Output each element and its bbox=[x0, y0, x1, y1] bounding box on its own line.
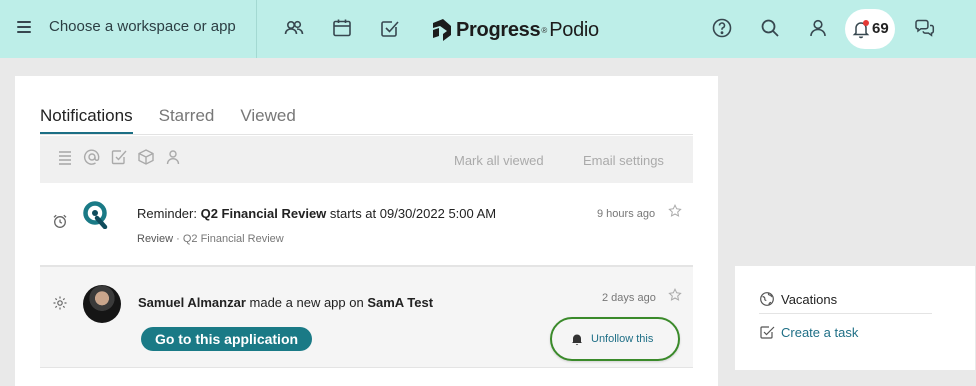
menu-icon[interactable] bbox=[17, 21, 31, 33]
vacations-row[interactable]: Vacations bbox=[759, 291, 837, 307]
tab-starred[interactable]: Starred bbox=[159, 106, 215, 134]
reminder-prefix: Reminder: bbox=[137, 206, 201, 221]
side-divider bbox=[759, 313, 932, 314]
podio-logo-icon bbox=[83, 201, 108, 229]
reminder-datetime: 09/30/2022 5:00 AM bbox=[379, 206, 497, 221]
logo-mark-icon bbox=[433, 19, 451, 41]
vacations-title: Vacations bbox=[781, 291, 838, 307]
actor-name[interactable]: Samuel Almanzar bbox=[138, 295, 246, 310]
task-check-icon bbox=[760, 326, 775, 339]
notification-time: 9 hours ago bbox=[597, 208, 656, 220]
create-task-row[interactable]: Create a task bbox=[759, 324, 858, 340]
contacts-icon[interactable] bbox=[283, 17, 305, 39]
profile-icon[interactable] bbox=[807, 17, 829, 39]
notification-item[interactable]: Reminder: Q2 Financial Review starts at … bbox=[40, 184, 693, 266]
notifications-count: 69 bbox=[872, 20, 889, 37]
logo-brand: Progress bbox=[456, 18, 541, 41]
notification-item[interactable]: Samuel Almanzar made a new app on SamA T… bbox=[40, 266, 693, 368]
task-check-icon[interactable] bbox=[110, 148, 128, 166]
unfollow-label: Unfollow this bbox=[591, 333, 654, 345]
workspace-switcher[interactable]: Choose a workspace or app bbox=[0, 0, 257, 58]
search-icon[interactable] bbox=[759, 17, 781, 39]
email-settings-link[interactable]: Email settings bbox=[583, 153, 664, 168]
calendar-icon[interactable] bbox=[331, 17, 353, 39]
notification-context: Review · Q2 Financial Review bbox=[137, 233, 284, 245]
notifications-panel: Notifications Starred Viewed Mark all vi… bbox=[15, 76, 718, 386]
avatar[interactable] bbox=[83, 285, 121, 323]
top-bar: Choose a workspace or app Progress ® Pod… bbox=[0, 0, 976, 58]
gear-icon bbox=[52, 295, 68, 311]
space-name[interactable]: SamA Test bbox=[367, 295, 433, 310]
notification-text: Samuel Almanzar made a new app on SamA T… bbox=[138, 295, 433, 310]
context-separator: · bbox=[173, 233, 183, 245]
app-cube-icon[interactable] bbox=[137, 148, 155, 166]
globe-icon bbox=[760, 292, 774, 306]
alarm-clock-icon bbox=[52, 213, 68, 229]
go-to-application-button[interactable]: Go to this application bbox=[141, 327, 312, 351]
create-task-link[interactable]: Create a task bbox=[781, 325, 858, 340]
logo-product: Podio bbox=[549, 18, 599, 41]
tabs-divider bbox=[40, 134, 693, 135]
list-icon[interactable] bbox=[56, 148, 74, 166]
mark-all-viewed-link[interactable]: Mark all viewed bbox=[454, 153, 544, 168]
tab-viewed[interactable]: Viewed bbox=[240, 106, 295, 134]
chat-icon[interactable] bbox=[913, 17, 935, 39]
workspace-label[interactable]: Choose a workspace or app bbox=[49, 18, 236, 35]
side-widget: Vacations Create a task bbox=[735, 266, 975, 370]
person-icon[interactable] bbox=[164, 148, 182, 166]
logo-registered-mark: ® bbox=[541, 25, 548, 35]
context-item[interactable]: Q2 Financial Review bbox=[183, 233, 284, 245]
context-app[interactable]: Review bbox=[137, 233, 173, 245]
unread-dot bbox=[863, 20, 869, 26]
notifications-button[interactable]: 69 bbox=[845, 9, 895, 49]
progress-podio-logo[interactable]: Progress ® Podio bbox=[432, 17, 599, 43]
tab-notifications[interactable]: Notifications bbox=[40, 106, 133, 134]
star-icon[interactable] bbox=[668, 288, 682, 302]
mention-icon[interactable] bbox=[83, 148, 101, 166]
notification-text: Reminder: Q2 Financial Review starts at … bbox=[137, 206, 496, 221]
unfollow-button[interactable]: Unfollow this bbox=[550, 317, 680, 361]
tabs: Notifications Starred Viewed bbox=[40, 106, 322, 134]
notification-time: 2 days ago bbox=[602, 292, 656, 304]
tasks-icon[interactable] bbox=[379, 17, 401, 39]
notification-middle: made a new app on bbox=[245, 295, 368, 310]
filter-bar: Mark all viewed Email settings bbox=[40, 136, 693, 183]
help-icon[interactable] bbox=[711, 17, 733, 39]
reminder-title[interactable]: Q2 Financial Review bbox=[201, 206, 327, 221]
reminder-middle: starts at bbox=[326, 206, 380, 221]
bell-icon bbox=[572, 334, 582, 346]
star-icon[interactable] bbox=[668, 204, 682, 218]
